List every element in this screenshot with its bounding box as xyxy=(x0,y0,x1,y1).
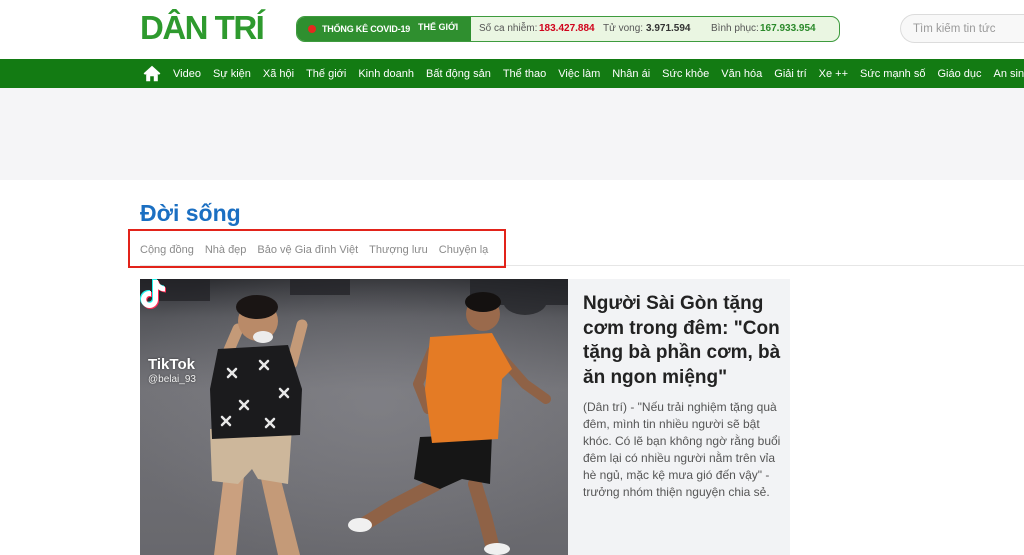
deaths-value: 3.971.594 xyxy=(646,23,691,34)
page: DÂN TRÍ THỐNG KÊ COVID-19 THẾ GIỚI Số ca… xyxy=(0,0,1024,555)
ad-banner-area xyxy=(0,88,1024,180)
article-image[interactable]: TikTok @belai_93 xyxy=(140,279,568,555)
cases-value: 183.427.884 xyxy=(539,23,595,34)
tiktok-logo-icon xyxy=(140,279,166,309)
search-box xyxy=(900,14,1024,43)
highlight-box xyxy=(128,229,506,268)
search-input[interactable] xyxy=(901,15,1024,42)
featured-article: TikTok @belai_93 Người Sài Gòn tặng cơm … xyxy=(140,279,790,555)
watermark-handle: @belai_93 xyxy=(148,374,196,385)
nav-items: Video Sự kiện Xã hội Thế giới Kinh doanh… xyxy=(173,59,1024,88)
nav-item-the-thao[interactable]: Thể thao xyxy=(503,67,546,81)
nav-item-video[interactable]: Video xyxy=(173,67,201,81)
nav-item-xa-hoi[interactable]: Xã hội xyxy=(263,67,294,81)
nav-item-nhan-ai[interactable]: Nhân ái xyxy=(612,67,650,81)
covid-stats-label-block: THỐNG KÊ COVID-19 THẾ GIỚI xyxy=(297,17,471,41)
nav-item-suc-manh-so[interactable]: Sức mạnh số xyxy=(860,67,925,81)
article-card: Người Sài Gòn tặng cơm trong đêm: "Con t… xyxy=(568,279,790,555)
covid-scope-tab[interactable]: THẾ GIỚI xyxy=(418,21,458,33)
article-photo-illustration xyxy=(140,279,568,555)
article-title[interactable]: Người Sài Gòn tặng cơm trong đêm: "Con t… xyxy=(583,292,783,390)
nav-item-the-gioi[interactable]: Thế giới xyxy=(306,67,346,81)
nav-item-giai-tri[interactable]: Giải trí xyxy=(774,67,806,81)
nav-item-kinh-doanh[interactable]: Kinh doanh xyxy=(358,67,414,81)
nav-item-van-hoa[interactable]: Văn hóa xyxy=(721,67,762,81)
nav-item-viec-lam[interactable]: Việc làm xyxy=(558,67,600,81)
nav-item-bat-dong-san[interactable]: Bất động sản xyxy=(426,67,491,81)
article-summary: (Dân trí) - "Nếu trải nghiệm tặng quà đê… xyxy=(583,400,781,499)
home-icon[interactable] xyxy=(143,65,161,82)
site-logo[interactable]: DÂN TRÍ xyxy=(140,9,265,47)
watermark-brand: TikTok xyxy=(148,356,195,373)
nav-item-xe[interactable]: Xe ++ xyxy=(819,67,848,81)
covid-stats-widget[interactable]: THỐNG KÊ COVID-19 THẾ GIỚI Số ca nhiễm: … xyxy=(296,16,840,42)
deaths-label: Tử vong: xyxy=(603,23,644,34)
main-nav: Video Sự kiện Xã hội Thế giới Kinh doanh… xyxy=(0,59,1024,88)
nav-item-su-kien[interactable]: Sự kiện xyxy=(213,67,251,81)
section-title[interactable]: Đời sống xyxy=(140,198,241,228)
recovered-value: 167.933.954 xyxy=(760,23,816,34)
live-dot-icon xyxy=(308,25,316,33)
nav-item-suc-khoe[interactable]: Sức khỏe xyxy=(662,67,709,81)
site-header: DÂN TRÍ THỐNG KÊ COVID-19 THẾ GIỚI Số ca… xyxy=(0,0,1024,59)
recovered-label: Bình phục: xyxy=(711,23,759,34)
nav-item-giao-duc[interactable]: Giáo dục xyxy=(937,67,981,81)
cases-label: Số ca nhiễm: xyxy=(479,23,538,34)
nav-item-an-sinh[interactable]: An sinh xyxy=(994,67,1024,81)
covid-stats-title: THỐNG KÊ COVID-19 xyxy=(322,24,411,34)
